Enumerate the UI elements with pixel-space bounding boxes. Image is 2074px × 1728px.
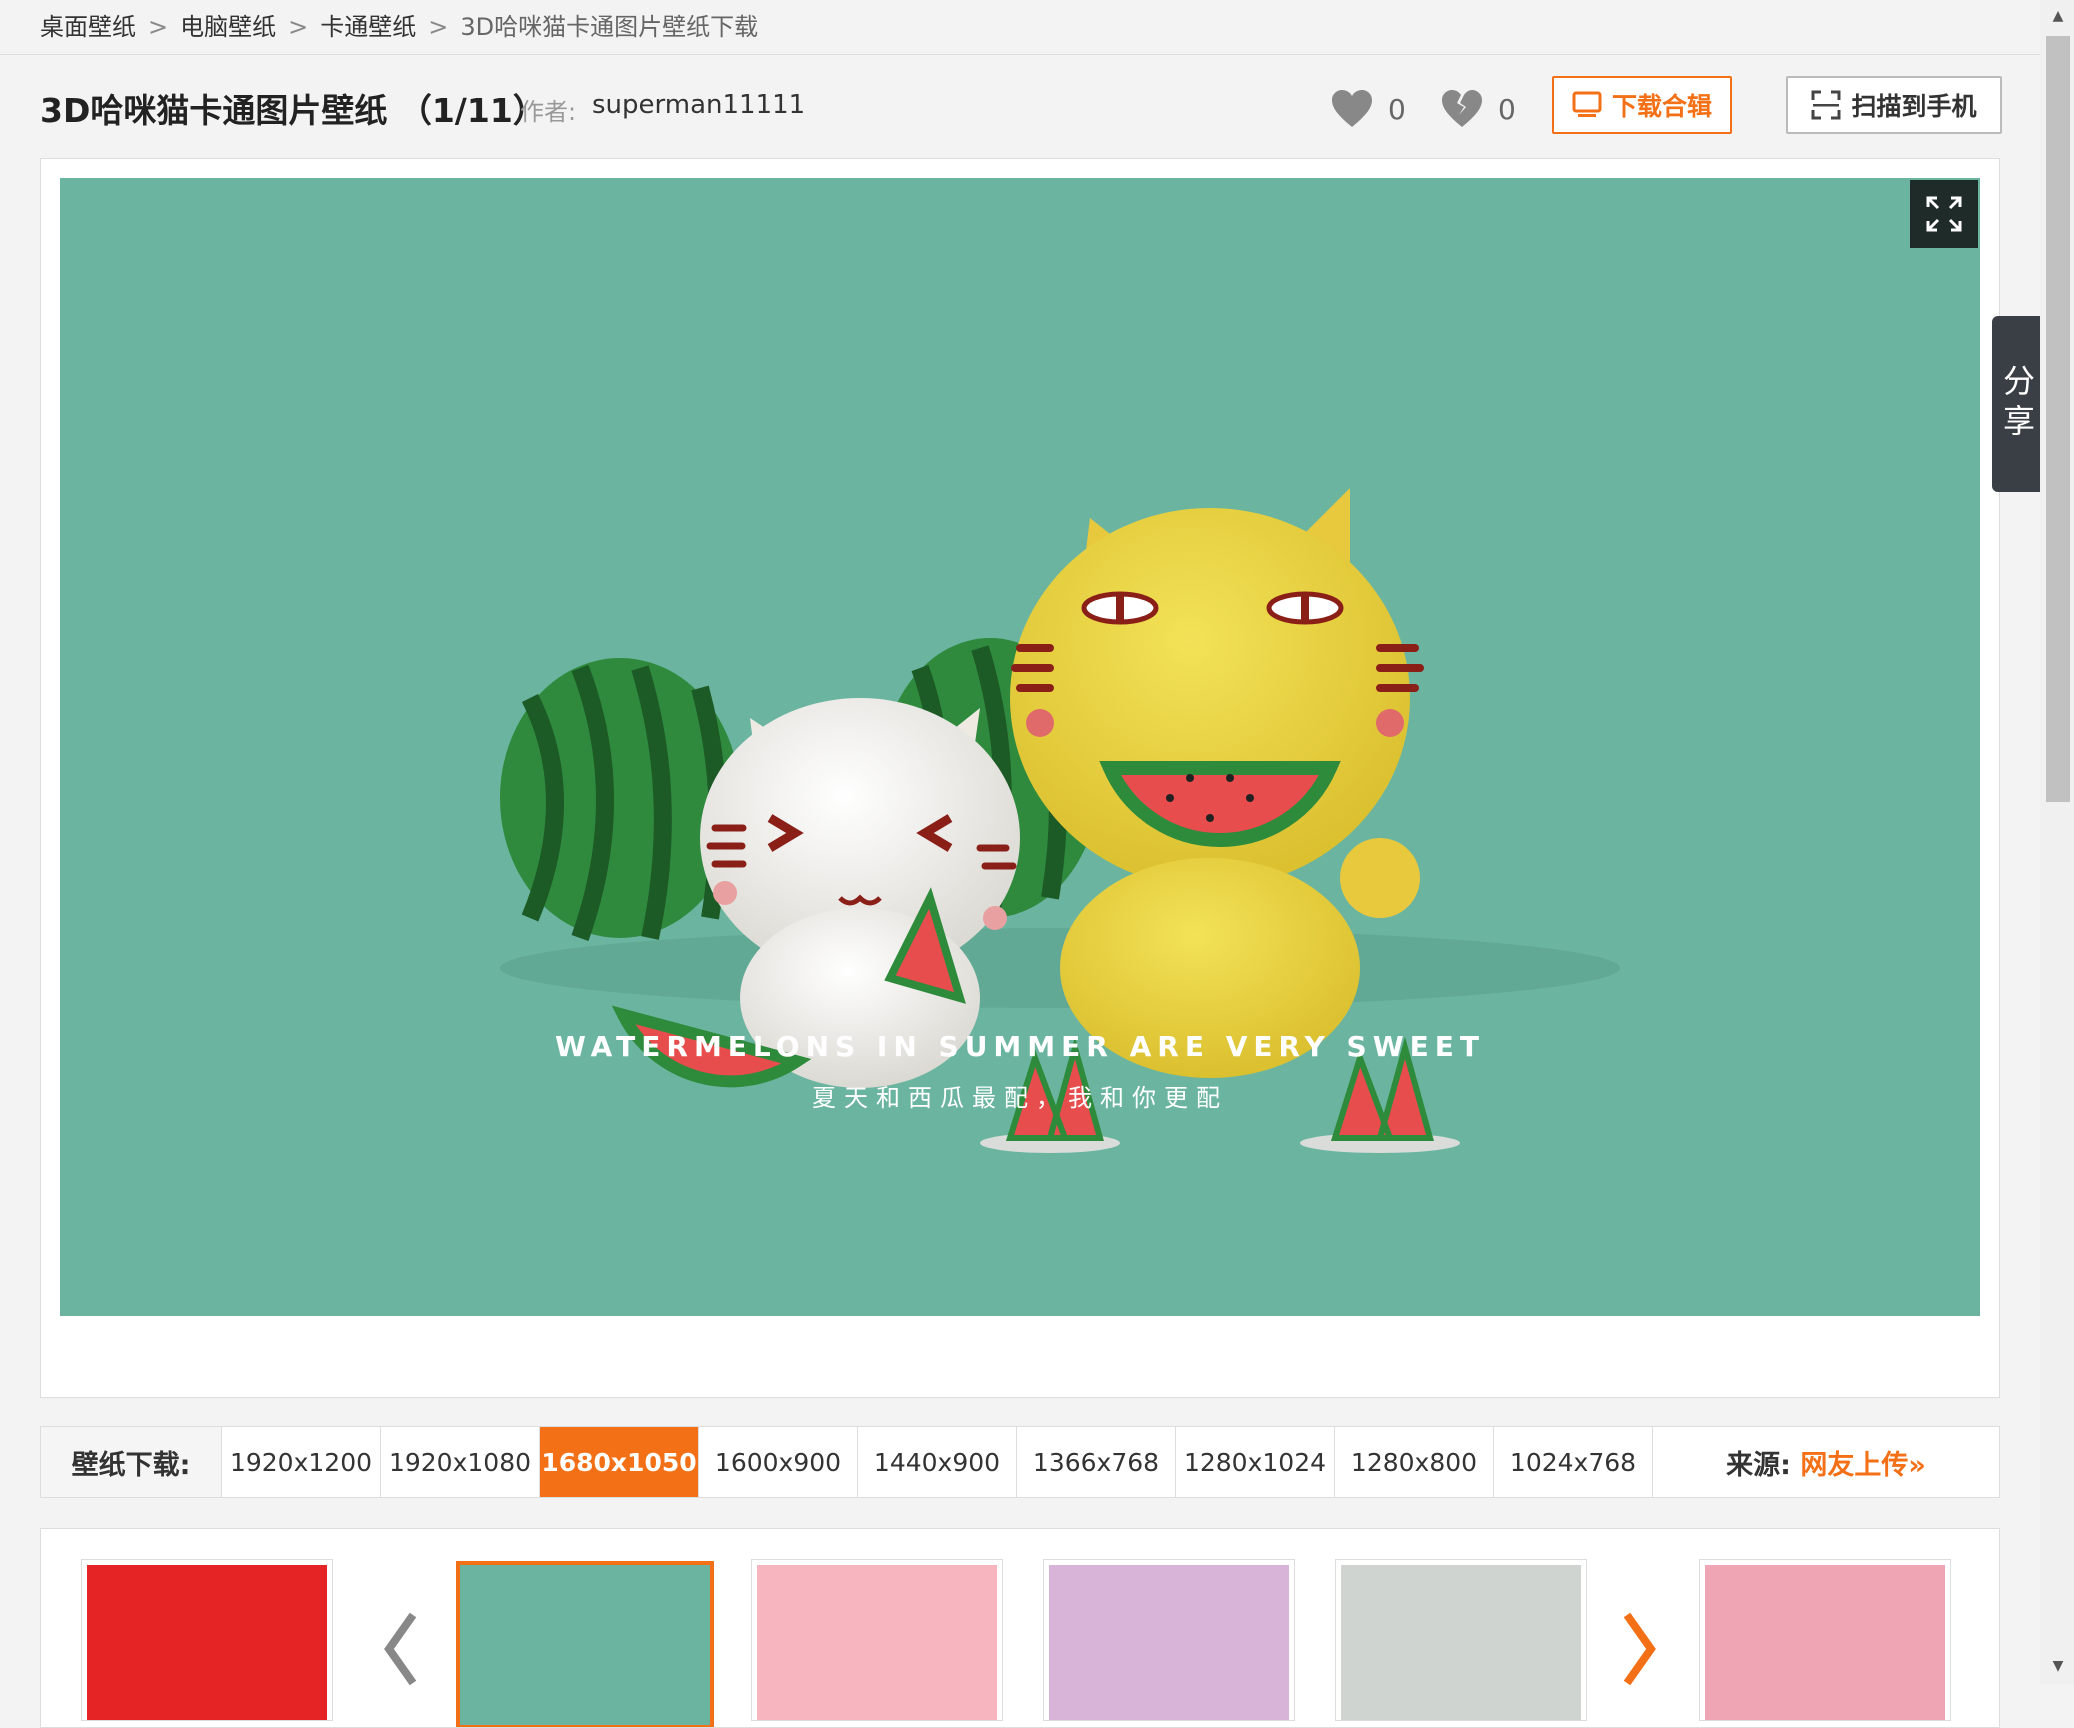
like-button[interactable]: 0 [1330, 86, 1406, 132]
share-tab[interactable]: 分享 [1992, 316, 2042, 492]
breadcrumb-item-desktop[interactable]: 桌面壁纸 [40, 13, 136, 41]
resolution-bar: 壁纸下载: 1920x1200 1920x1080 1680x1050 1600… [40, 1426, 2000, 1498]
like-count: 0 [1388, 92, 1406, 126]
author-name[interactable]: superman11111 [592, 90, 805, 120]
thumbnail-active[interactable] [456, 1561, 714, 1727]
scan-icon [1811, 90, 1841, 120]
resolution-option-active[interactable]: 1680x1050 [540, 1427, 699, 1497]
broken-heart-icon [1442, 90, 1482, 127]
source-link[interactable]: 网友上传» [1800, 1443, 1925, 1482]
resolution-option[interactable]: 1366x768 [1017, 1427, 1176, 1497]
resolution-option[interactable]: 1024x768 [1494, 1427, 1653, 1497]
breadcrumb-item-cartoon[interactable]: 卡通壁纸 [320, 13, 416, 41]
thumbnail[interactable] [81, 1559, 333, 1721]
resolution-option[interactable]: 1440x900 [858, 1427, 1017, 1497]
download-album-button[interactable]: 下载合辑 [1552, 76, 1732, 134]
fullscreen-button[interactable] [1910, 180, 1978, 248]
heart-icon [1332, 90, 1372, 127]
breadcrumb-current: 3D哈咪猫卡通图片壁纸下载 [460, 13, 759, 41]
breadcrumb: 桌面壁纸 > 电脑壁纸 > 卡通壁纸 >3D哈咪猫卡通图片壁纸下载 [40, 0, 758, 55]
breadcrumb-separator: > [148, 13, 169, 41]
fullscreen-icon [1926, 196, 1962, 232]
resolution-option[interactable]: 1920x1200 [222, 1427, 381, 1497]
scrollbar-thumb[interactable] [2046, 36, 2070, 802]
source-label: 来源: [1726, 1449, 1791, 1481]
dislike-count: 0 [1498, 92, 1516, 126]
author-label: 作者: [520, 98, 577, 126]
scan-to-phone-button[interactable]: 扫描到手机 [1786, 76, 2002, 134]
breadcrumb-separator: > [428, 13, 449, 41]
download-label: 壁纸下载: [41, 1427, 222, 1497]
wallpaper-caption-en: WATERMELONS IN SUMMER ARE VERY SWEET [555, 1030, 1485, 1063]
monitor-icon [1572, 91, 1602, 117]
breadcrumb-separator: > [288, 13, 309, 41]
wallpaper-illustration [500, 488, 1620, 1153]
wallpaper-image[interactable]: WATERMELONS IN SUMMER ARE VERY SWEET 夏天和… [60, 178, 1980, 1316]
resolution-option[interactable]: 1920x1080 [381, 1427, 540, 1497]
wallpaper-caption-cn: 夏天和西瓜最配，我和你更配 [812, 1084, 1228, 1112]
dislike-button[interactable]: 0 [1440, 86, 1516, 132]
scroll-down-arrow-icon[interactable]: ▼ [2048, 1656, 2068, 1676]
thumbnail-strip [40, 1528, 2000, 1728]
chevron-right-icon[interactable] [1619, 1609, 1659, 1689]
breadcrumb-item-computer[interactable]: 电脑壁纸 [180, 13, 276, 41]
source: 来源: 网友上传» [1653, 1427, 1999, 1497]
scroll-up-arrow-icon[interactable]: ▲ [2048, 6, 2068, 26]
thumbnail[interactable] [1335, 1559, 1587, 1721]
resolution-option[interactable]: 1280x1024 [1176, 1427, 1335, 1497]
thumbnail[interactable] [751, 1559, 1003, 1721]
resolution-option[interactable]: 1600x900 [699, 1427, 858, 1497]
chevron-left-icon[interactable] [381, 1609, 421, 1689]
divider [0, 54, 2040, 55]
resolution-option[interactable]: 1280x800 [1335, 1427, 1494, 1497]
thumbnail[interactable] [1043, 1559, 1295, 1721]
thumbnail[interactable] [1699, 1559, 1951, 1721]
page-title: 3D哈咪猫卡通图片壁纸 （1/11） [40, 91, 546, 130]
